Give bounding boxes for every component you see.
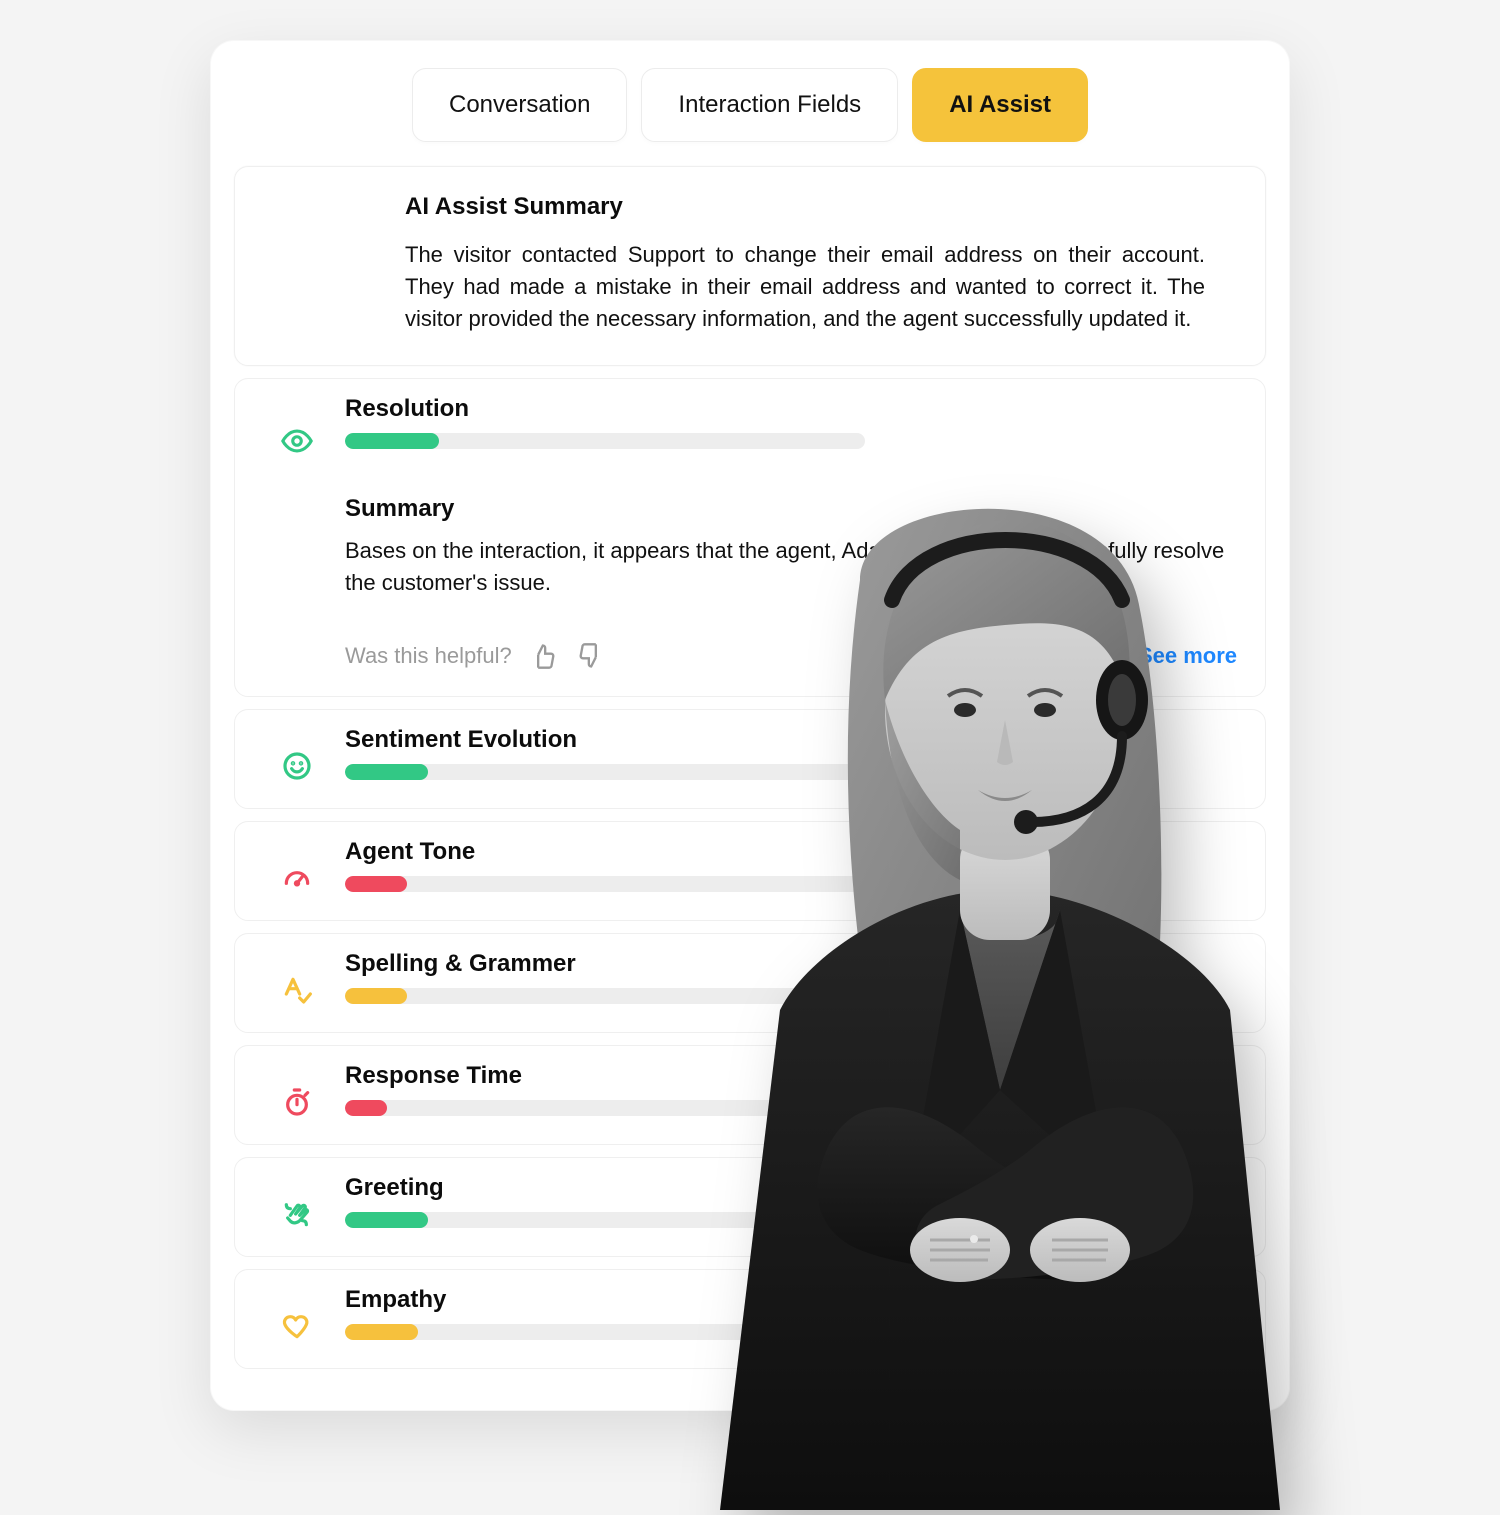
- tab-interaction-fields[interactable]: Interaction Fields: [641, 68, 898, 142]
- metric-bar: [345, 764, 865, 780]
- resolution-title: Resolution: [345, 395, 1237, 423]
- metric-bar-fill: [345, 1212, 428, 1228]
- resolution-body-text: Bases on the interaction, it appears tha…: [345, 535, 1237, 599]
- metric-bar-fill: [345, 1100, 387, 1116]
- metric-bar-fill: [345, 988, 407, 1004]
- resolution-bar: [345, 433, 865, 449]
- spellcheck-icon: [275, 968, 319, 1012]
- heart-icon: [275, 1304, 319, 1348]
- metric-greeting: Greeting: [234, 1157, 1266, 1257]
- metric-bar-fill: [345, 1324, 418, 1340]
- summary-title: AI Assist Summary: [405, 193, 1205, 221]
- thumbs-up-icon[interactable]: [530, 642, 558, 670]
- resolution-bar-fill: [345, 433, 439, 449]
- metric-label: Greeting: [345, 1174, 1237, 1202]
- feedback-prompt: Was this helpful?: [345, 643, 512, 669]
- stopwatch-icon: [275, 1080, 319, 1124]
- metric-bar: [345, 876, 865, 892]
- metric-empathy: Empathy: [234, 1269, 1266, 1369]
- thumbs-down-icon[interactable]: [576, 642, 604, 670]
- see-more-link[interactable]: See more: [1138, 643, 1237, 669]
- metric-bar: [345, 1212, 865, 1228]
- metric-label: Agent Tone: [345, 838, 1237, 866]
- metric-bar-fill: [345, 876, 407, 892]
- smile-icon: [275, 744, 319, 788]
- wave-icon: [275, 1192, 319, 1236]
- tab-ai-assist[interactable]: AI Assist: [912, 68, 1088, 142]
- resolution-card: Resolution Summary Bases on the interact…: [234, 378, 1266, 698]
- tab-bar: Conversation Interaction Fields AI Assis…: [210, 68, 1290, 142]
- metric-tone: Agent Tone: [234, 821, 1266, 921]
- metric-bar: [345, 1324, 865, 1340]
- metric-label: Sentiment Evolution: [345, 726, 1237, 754]
- metric-sentiment: Sentiment Evolution: [234, 709, 1266, 809]
- tab-conversation[interactable]: Conversation: [412, 68, 627, 142]
- metric-bar: [345, 988, 865, 1004]
- resolution-subtitle: Summary: [345, 495, 1237, 523]
- summary-body: The visitor contacted Support to change …: [405, 239, 1205, 335]
- gauge-icon: [275, 856, 319, 900]
- ai-assist-panel: Conversation Interaction Fields AI Assis…: [210, 40, 1290, 1411]
- metric-label: Empathy: [345, 1286, 1237, 1314]
- metric-label: Response Time: [345, 1062, 1237, 1090]
- metric-bar-fill: [345, 764, 428, 780]
- metric-bar: [345, 1100, 865, 1116]
- summary-card: AI Assist Summary The visitor contacted …: [234, 166, 1266, 366]
- metric-spelling: Spelling & Grammer: [234, 933, 1266, 1033]
- metric-label: Spelling & Grammer: [345, 950, 1237, 978]
- eye-icon: [275, 419, 319, 463]
- metric-response: Response Time: [234, 1045, 1266, 1145]
